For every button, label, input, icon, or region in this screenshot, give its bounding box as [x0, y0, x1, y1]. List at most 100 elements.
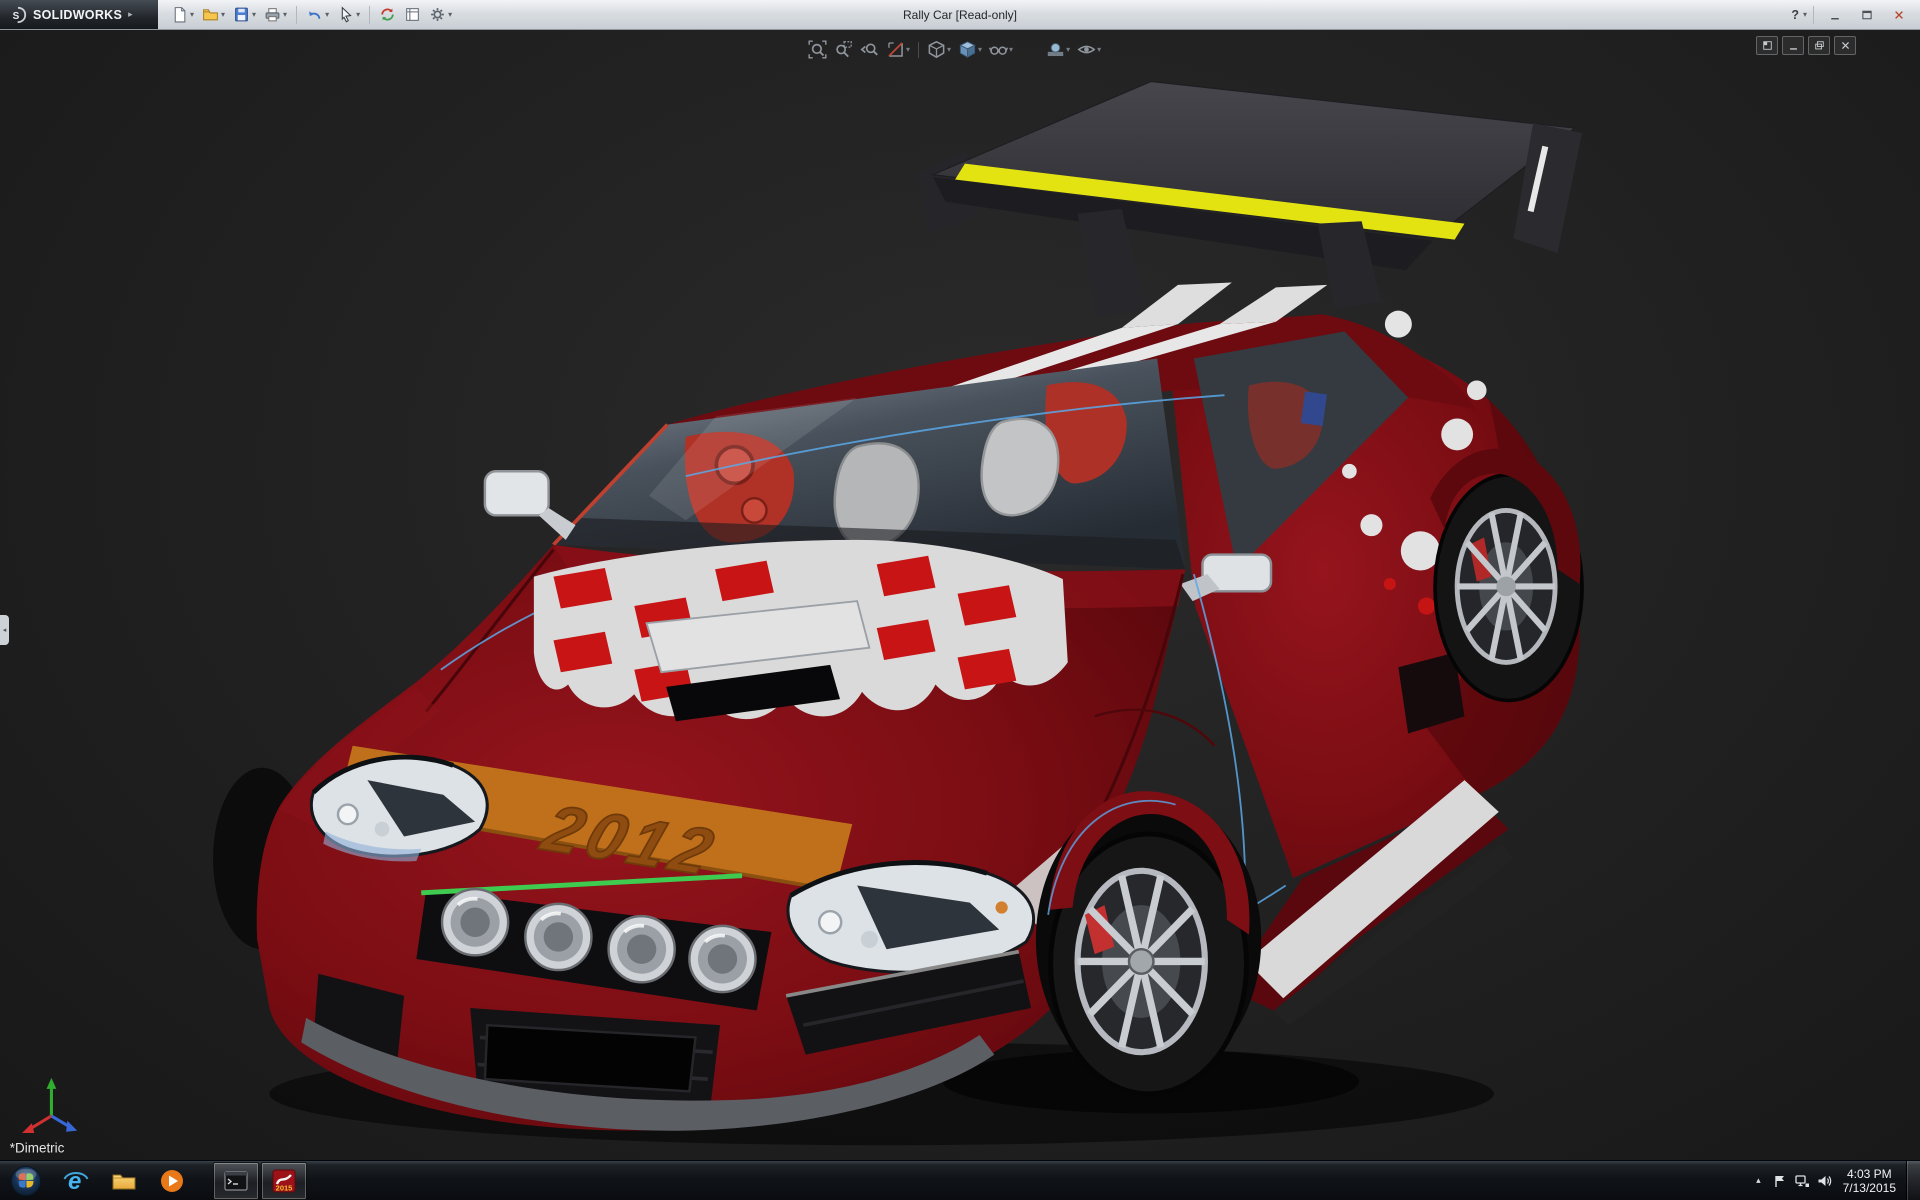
- maximize-window-button[interactable]: [1852, 5, 1882, 25]
- toolbar-separator: [369, 6, 370, 24]
- 3d-scene[interactable]: 2012: [0, 30, 1920, 1160]
- previous-view-button[interactable]: [858, 38, 881, 61]
- taskbar: e 2015 ▴: [0, 1160, 1920, 1200]
- side-mirror-left[interactable]: [485, 471, 576, 540]
- dropdown-caret-icon[interactable]: ▾: [283, 10, 287, 19]
- toolbar-separator: [918, 42, 919, 58]
- menu-expand-arrow-icon[interactable]: ▸: [128, 9, 133, 20]
- edit-appearance-button[interactable]: [1018, 38, 1041, 61]
- display-style-icon: [958, 40, 977, 59]
- select-cursor-icon: [337, 6, 354, 23]
- maximize-icon: [1861, 9, 1873, 21]
- taskbar-item-internet-explorer[interactable]: e: [53, 1162, 99, 1200]
- zoom-to-area-button[interactable]: [832, 38, 855, 61]
- options-gear-icon: [429, 6, 446, 23]
- rally-light: [442, 889, 508, 955]
- save-floppy-icon: [233, 6, 250, 23]
- window-title: Rally Car [Read-only]: [903, 8, 1017, 22]
- doc-minimize-button[interactable]: [1782, 36, 1804, 55]
- featuremanager-collapse-tab[interactable]: ◂: [0, 615, 9, 645]
- dropdown-caret-icon[interactable]: ▾: [448, 10, 452, 19]
- taskbar-item-command-prompt[interactable]: [213, 1162, 259, 1200]
- quick-access-toolbar: ▾ ▾ ▾ ▾ ▾ ▾ ▾: [158, 4, 455, 25]
- rally-light: [609, 916, 675, 982]
- dassault-systemes-logo-icon: S: [9, 6, 27, 24]
- titlebar-right-controls: ? ▾: [1789, 5, 1920, 25]
- graphics-area[interactable]: 2012: [0, 30, 1920, 1160]
- taskbar-clock[interactable]: 4:03 PM 7/13/2015: [1835, 1167, 1906, 1195]
- command-prompt-icon: [222, 1167, 250, 1195]
- dropdown-caret-icon[interactable]: ▾: [978, 45, 982, 54]
- previous-view-icon: [860, 40, 879, 59]
- volume-icon[interactable]: [1813, 1161, 1835, 1200]
- doc-fullscreen-button[interactable]: [1756, 36, 1778, 55]
- system-tray: ▴ 4:03 PM 7/13/2015: [1748, 1161, 1920, 1200]
- dropdown-caret-icon[interactable]: ▾: [1009, 45, 1013, 54]
- application-menu[interactable]: S SOLIDWORKS ▸: [0, 0, 158, 29]
- toolbar-separator: [296, 6, 297, 24]
- heads-up-view-toolbar: ▾ ▾ ▾ ▾ ▾ ▾: [806, 38, 1103, 61]
- display-style-button[interactable]: ▾: [956, 38, 984, 61]
- start-button[interactable]: [0, 1161, 52, 1200]
- select-button[interactable]: ▾: [334, 4, 363, 25]
- options-button[interactable]: ▾: [426, 4, 455, 25]
- rally-light: [525, 904, 591, 970]
- new-document-button[interactable]: ▾: [168, 4, 197, 25]
- taskbar-item-windows-explorer[interactable]: [101, 1162, 147, 1200]
- dropdown-caret-icon[interactable]: ▾: [1066, 45, 1070, 54]
- dropdown-caret-icon[interactable]: ▾: [947, 45, 951, 54]
- solidworks-version-badge: 2015: [276, 1183, 293, 1192]
- file-properties-sheet-icon: [404, 6, 421, 23]
- dropdown-caret-icon[interactable]: ▾: [190, 10, 194, 19]
- help-dropdown-caret-icon[interactable]: ▾: [1803, 10, 1807, 19]
- doc-close-button[interactable]: [1834, 36, 1856, 55]
- svg-text:S: S: [13, 11, 20, 22]
- rear-wing[interactable]: [918, 81, 1582, 316]
- minimize-icon: [1829, 9, 1841, 21]
- save-button[interactable]: ▾: [230, 4, 259, 25]
- windows-orb-icon: [9, 1164, 43, 1198]
- apply-scene-button[interactable]: ▾: [1044, 38, 1072, 61]
- dropdown-caret-icon[interactable]: ▾: [1097, 45, 1101, 54]
- view-settings-eye-icon: [1077, 40, 1096, 59]
- doc-restore-button[interactable]: [1808, 36, 1830, 55]
- fullscreen-icon: [1762, 40, 1773, 51]
- help-button[interactable]: ?: [1789, 8, 1801, 22]
- apply-scene-icon: [1046, 40, 1065, 59]
- license-plate: [485, 1025, 696, 1091]
- collapse-arrow-icon: ◂: [3, 626, 7, 634]
- media-player-icon: [158, 1167, 186, 1195]
- show-desktop-button[interactable]: [1906, 1161, 1920, 1200]
- section-view-button[interactable]: ▾: [884, 38, 912, 61]
- hidden-icons-chevron[interactable]: ▴: [1748, 1175, 1769, 1186]
- orientation-triad: [22, 1078, 77, 1133]
- dropdown-caret-icon[interactable]: ▾: [252, 10, 256, 19]
- dropdown-caret-icon[interactable]: ▾: [325, 10, 329, 19]
- glasses-icon: [989, 40, 1008, 59]
- taskbar-item-media-player[interactable]: [149, 1162, 195, 1200]
- view-settings-button[interactable]: ▾: [1075, 38, 1103, 61]
- zoom-to-fit-button[interactable]: [806, 38, 829, 61]
- folder-icon: [110, 1167, 138, 1195]
- rebuild-button[interactable]: [376, 4, 399, 25]
- taskbar-item-solidworks[interactable]: 2015: [261, 1162, 307, 1200]
- rally-car-model[interactable]: 2012: [213, 81, 1582, 1145]
- close-window-button[interactable]: [1884, 5, 1914, 25]
- print-button[interactable]: ▾: [261, 4, 290, 25]
- minimize-window-button[interactable]: [1820, 5, 1850, 25]
- dropdown-caret-icon[interactable]: ▾: [356, 10, 360, 19]
- open-folder-icon: [202, 6, 219, 23]
- close-icon: [1893, 9, 1905, 21]
- view-orientation-label: *Dimetric: [10, 1141, 65, 1156]
- undo-button[interactable]: ▾: [303, 4, 332, 25]
- action-center-icon[interactable]: [1769, 1161, 1791, 1200]
- hide-show-items-button[interactable]: ▾: [987, 38, 1015, 61]
- printer-icon: [264, 6, 281, 23]
- network-icon[interactable]: [1791, 1161, 1813, 1200]
- open-button[interactable]: ▾: [199, 4, 228, 25]
- dropdown-caret-icon[interactable]: ▾: [906, 45, 910, 54]
- dropdown-caret-icon[interactable]: ▾: [221, 10, 225, 19]
- view-orientation-button[interactable]: ▾: [925, 38, 953, 61]
- appearance-ball-icon: [1020, 40, 1039, 59]
- file-properties-button[interactable]: [401, 4, 424, 25]
